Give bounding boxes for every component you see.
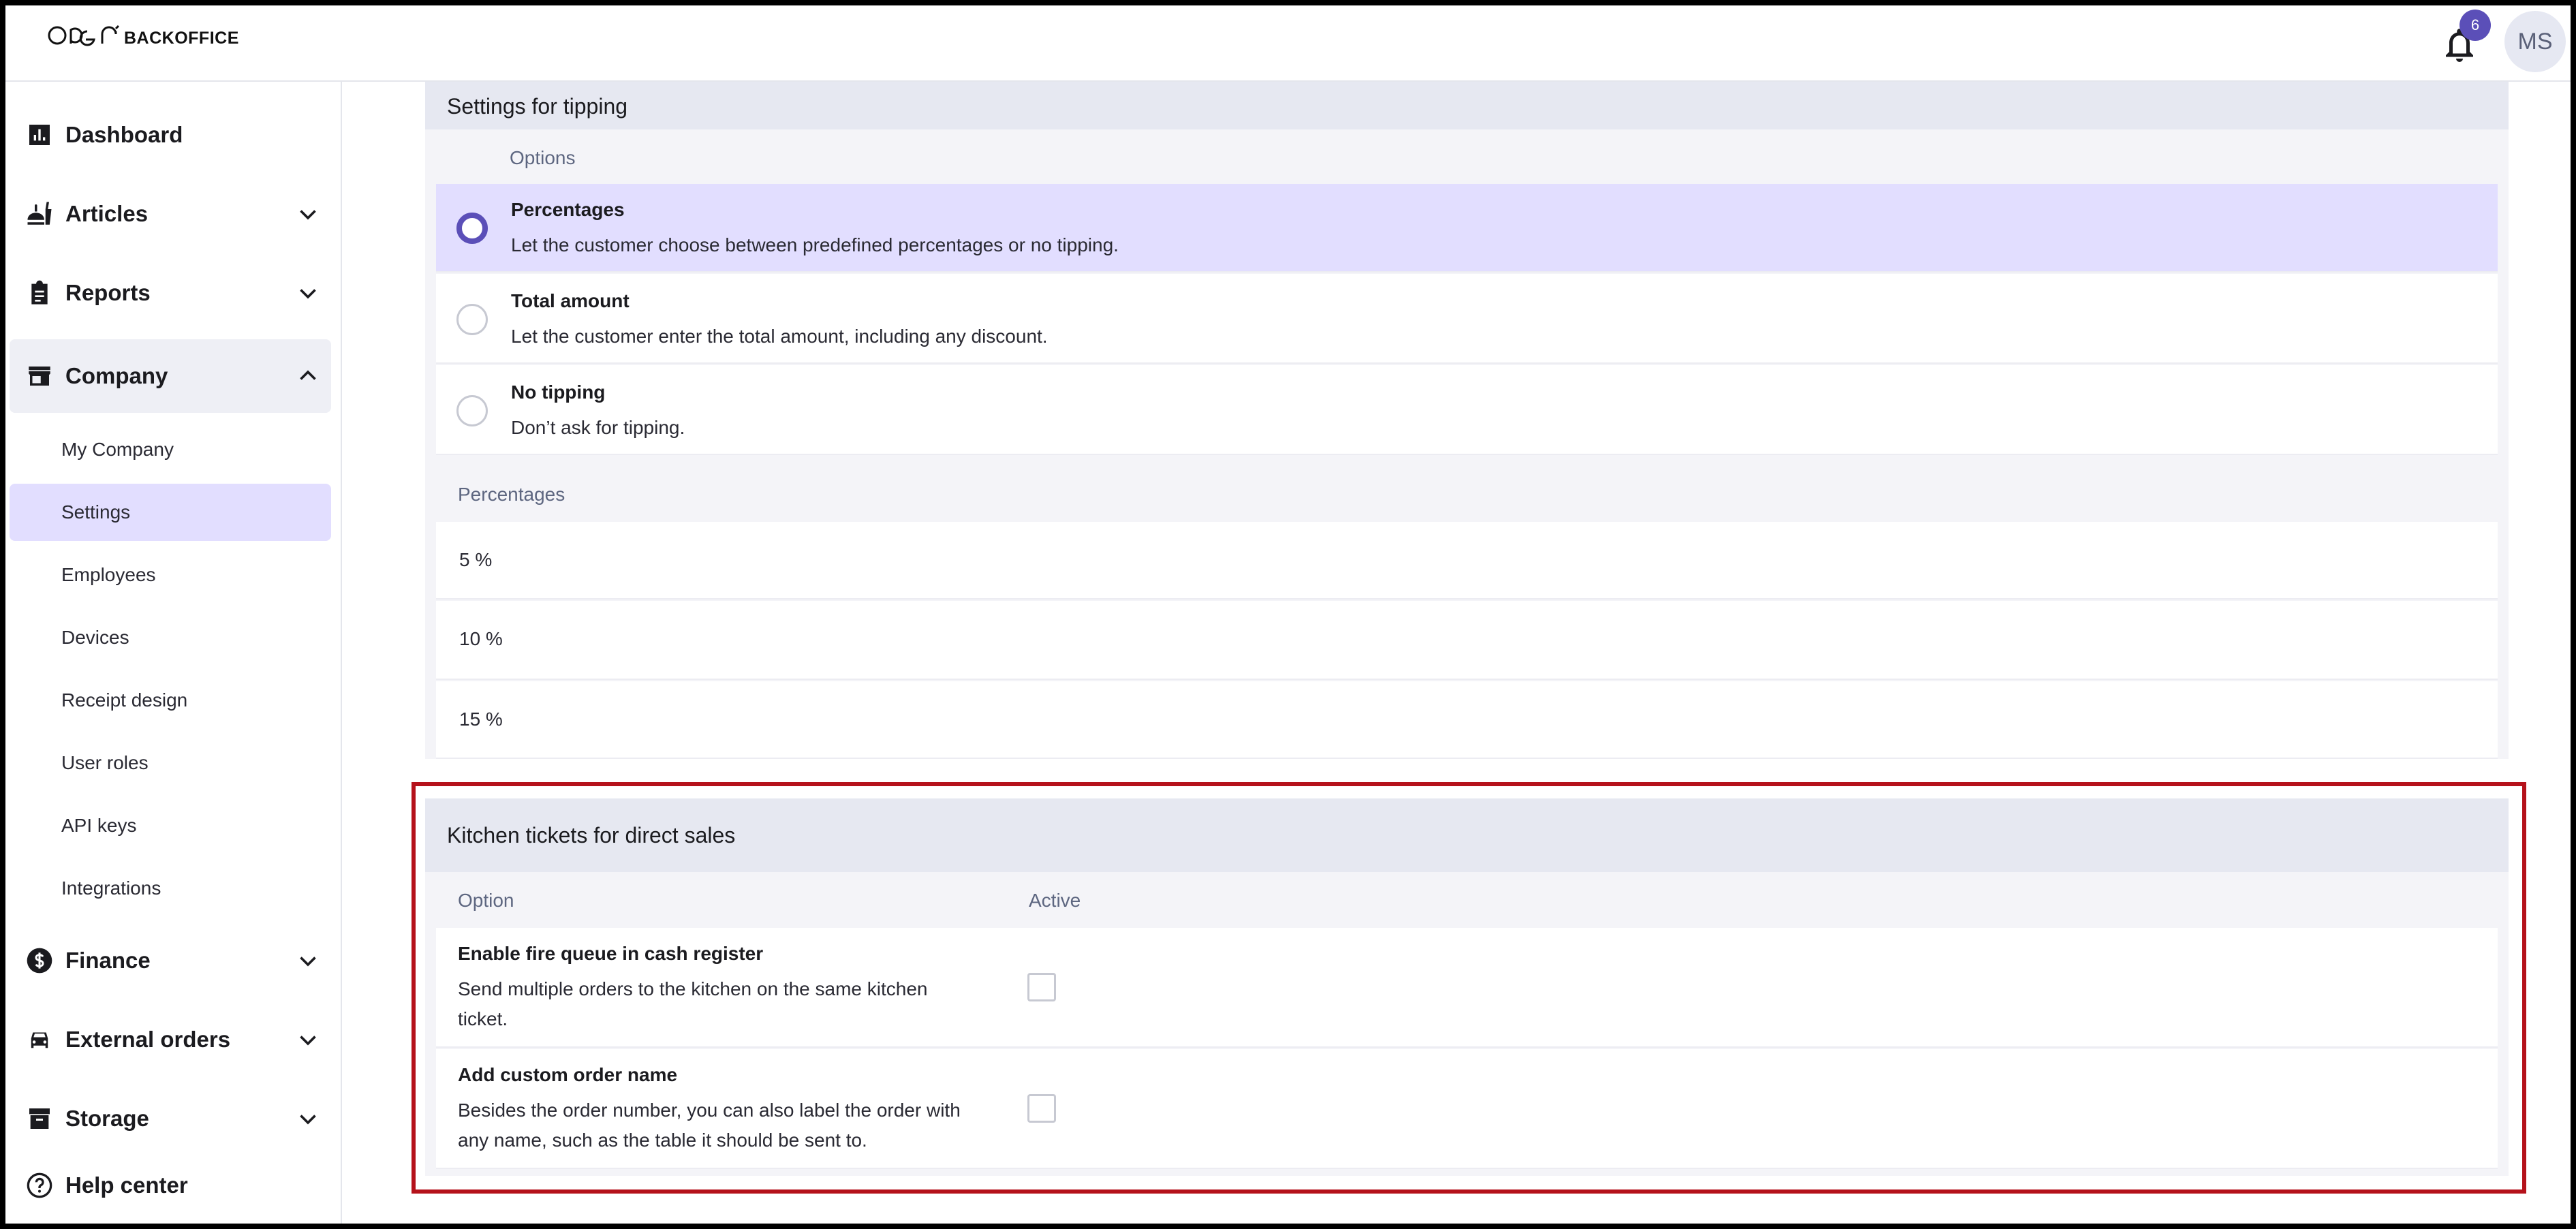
sidebar-subitem-label: Receipt design: [61, 689, 188, 711]
radio-button-selected[interactable]: [456, 213, 488, 244]
sidebar-subitem-api-keys[interactable]: API keys: [10, 797, 331, 854]
percentages-column-header: Percentages: [458, 484, 565, 505]
sidebar-item-company[interactable]: Company: [10, 339, 331, 413]
sidebar-subitem-label: API keys: [61, 815, 137, 836]
option-title: Add custom order name: [458, 1064, 678, 1085]
option-description-continued: ticket.: [458, 1008, 508, 1029]
section-title: Settings for tipping: [425, 82, 2509, 129]
top-bar: BACKOFFICE 6 MS: [5, 5, 2571, 82]
kitchen-option-row: Add custom order name Besides the order …: [436, 1049, 2498, 1169]
sidebar-subitem-user-roles[interactable]: User roles: [10, 734, 331, 792]
sidebar-subitem-label: User roles: [61, 752, 149, 773]
option-title: Percentages: [511, 199, 625, 220]
user-avatar[interactable]: MS: [2504, 11, 2566, 72]
sidebar-subitem-label: Settings: [61, 501, 131, 523]
chevron-up-icon: [300, 370, 316, 380]
options-column-header: Options: [510, 147, 576, 168]
active-column-header: Active: [1029, 890, 1081, 911]
tipping-settings-section: Settings for tipping Options Percentages…: [425, 82, 2509, 759]
sidebar-item-label: Articles: [65, 201, 149, 226]
option-title: Total amount: [511, 290, 630, 311]
chevron-down-icon: [300, 210, 316, 220]
sidebar-item-help-center[interactable]: Help center: [10, 1149, 331, 1222]
sidebar-subitem-label: Employees: [61, 564, 156, 585]
brand-logo[interactable]: BACKOFFICE: [46, 22, 239, 63]
tip-option-no-tipping[interactable]: No tipping Don’t ask for tipping.: [436, 365, 2498, 455]
sidebar-subitem-integrations[interactable]: Integrations: [10, 860, 331, 917]
section-title: Kitchen tickets for direct sales: [425, 798, 2509, 872]
option-description: Let the customer choose between predefin…: [511, 234, 1119, 255]
sidebar-item-label: External orders: [65, 1027, 231, 1052]
sidebar-item-dashboard[interactable]: Dashboard: [10, 98, 331, 172]
option-column-header: Option: [458, 890, 514, 911]
sidebar-item-label: Storage: [65, 1106, 149, 1131]
option-description: Send multiple orders to the kitchen on t…: [458, 978, 928, 999]
option-description: Let the customer enter the total amount,…: [511, 326, 1048, 347]
sidebar-item-label: Help center: [65, 1172, 188, 1198]
chevron-down-icon: [300, 1115, 316, 1125]
sidebar-item-finance[interactable]: Finance: [10, 924, 331, 997]
custom-order-name-active-checkbox[interactable]: [1027, 1094, 1056, 1123]
sidebar-item-label: Dashboard: [65, 122, 183, 147]
tip-option-total-amount[interactable]: Total amount Let the customer enter the …: [436, 274, 2498, 364]
sidebar-subitem-devices[interactable]: Devices: [10, 609, 331, 666]
dollar-icon: [25, 946, 55, 976]
kitchen-option-row: Enable fire queue in cash register Send …: [436, 928, 2498, 1048]
brand-text: BACKOFFICE: [124, 29, 239, 48]
app-window: BACKOFFICE 6 MS Dashboard Articles Repor…: [5, 5, 2571, 1224]
option-title: No tipping: [511, 382, 606, 403]
sidebar-item-label: Reports: [65, 280, 151, 305]
store-icon: [25, 361, 55, 391]
option-title: Enable fire queue in cash register: [458, 943, 764, 964]
fire-queue-active-checkbox[interactable]: [1027, 973, 1056, 1001]
sidebar-item-external-orders[interactable]: External orders: [10, 1003, 331, 1076]
open-logo-icon: [48, 25, 120, 46]
sidebar-item-reports[interactable]: Reports: [10, 256, 331, 330]
sidebar: Dashboard Articles Reports Company My Co…: [5, 82, 342, 1224]
sidebar-subitem-label: My Company: [61, 439, 174, 460]
archive-icon: [25, 1104, 55, 1134]
notification-count-badge: 6: [2459, 10, 2491, 41]
chevron-down-icon: [300, 1036, 316, 1046]
percentage-row[interactable]: 15 %: [436, 681, 2498, 759]
sidebar-subitem-employees[interactable]: Employees: [10, 546, 331, 604]
sidebar-subitem-label: Devices: [61, 627, 129, 648]
sidebar-item-storage[interactable]: Storage: [10, 1082, 331, 1155]
bar-chart-icon: [25, 120, 55, 150]
percentage-row[interactable]: 10 %: [436, 601, 2498, 680]
sidebar-subitem-my-company[interactable]: My Company: [10, 421, 331, 478]
percentage-value: 10 %: [459, 628, 503, 649]
percentage-value: 5 %: [459, 549, 493, 570]
option-description: Besides the order number, you can also l…: [458, 1100, 961, 1121]
car-icon: [25, 1025, 55, 1055]
main-content: Settings for tipping Options Percentages…: [343, 82, 2571, 1224]
clipboard-icon: [25, 278, 55, 308]
kitchen-tickets-section: Kitchen tickets for direct sales Option …: [425, 798, 2509, 1176]
option-description: Don’t ask for tipping.: [511, 417, 685, 438]
sidebar-subitem-receipt-design[interactable]: Receipt design: [10, 672, 331, 729]
sidebar-item-label: Finance: [65, 948, 151, 973]
radio-button[interactable]: [456, 395, 488, 426]
percentage-value: 15 %: [459, 709, 503, 730]
sidebar-item-label: Company: [65, 363, 168, 388]
chevron-down-icon: [300, 289, 316, 299]
sidebar-subitem-settings[interactable]: Settings: [10, 484, 331, 541]
option-description-continued: any name, such as the table it should be…: [458, 1130, 867, 1151]
chevron-down-icon: [300, 956, 316, 967]
help-icon: [25, 1170, 55, 1200]
sidebar-subitem-label: Integrations: [61, 877, 161, 899]
radio-button[interactable]: [456, 304, 488, 335]
percentage-row[interactable]: 5 %: [436, 522, 2498, 600]
sidebar-item-articles[interactable]: Articles: [10, 177, 331, 251]
food-icon: [25, 199, 55, 229]
tip-option-percentages[interactable]: Percentages Let the customer choose betw…: [436, 184, 2498, 273]
